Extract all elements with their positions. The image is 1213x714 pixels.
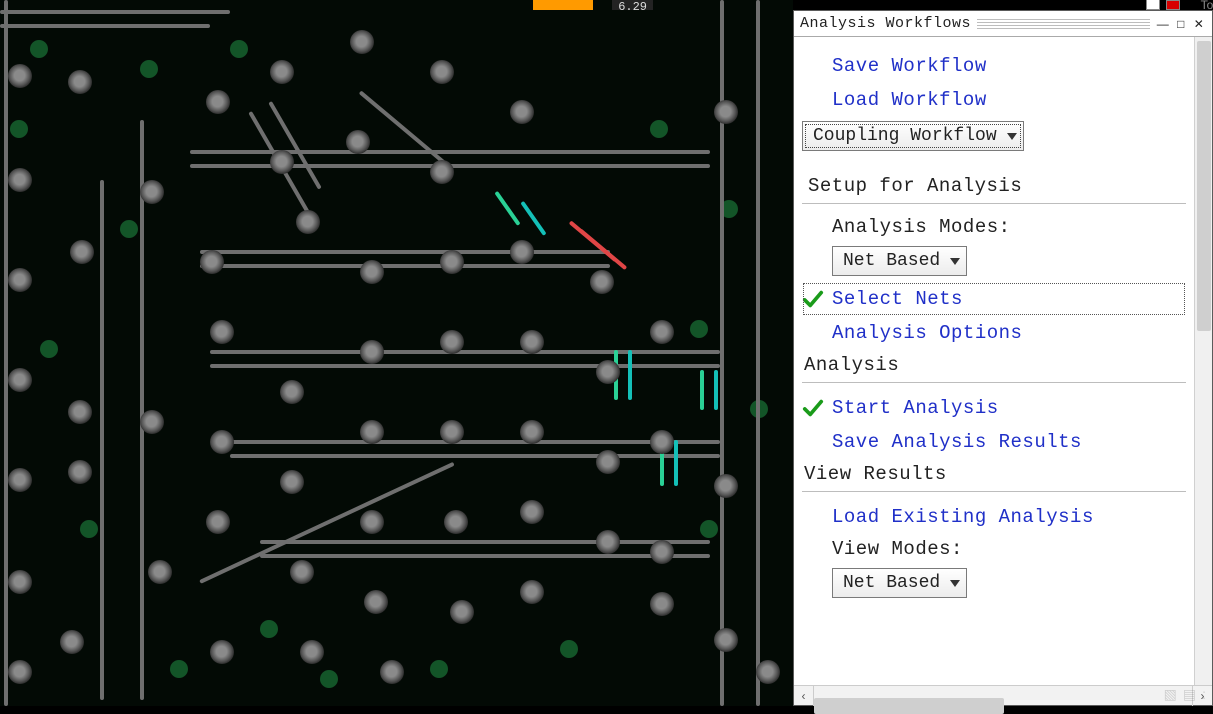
check-icon: [802, 397, 824, 419]
analysis-options-link[interactable]: Analysis Options: [802, 316, 1186, 350]
vertical-scroll-thumb[interactable]: [1197, 41, 1211, 331]
chevron-down-icon: [950, 580, 960, 587]
analysis-workflows-panel: Analysis Workflows — □ ✕ Save Workflow L…: [793, 10, 1213, 706]
workflow-dropdown[interactable]: Coupling Workflow: [802, 121, 1024, 151]
start-analysis-link[interactable]: Start Analysis: [802, 391, 1186, 425]
close-button[interactable]: ✕: [1192, 17, 1206, 31]
scroll-left-button[interactable]: ‹: [794, 686, 814, 706]
analysis-modes-label: Analysis Modes:: [802, 212, 1186, 242]
layer-swatch-outline[interactable]: [1146, 0, 1160, 10]
pcb-canvas[interactable]: 6.29: [0, 0, 793, 706]
coord-readout: 6.29: [612, 0, 653, 10]
select-nets-link[interactable]: Select Nets: [802, 282, 1186, 316]
section-setup-heading: Setup for Analysis: [802, 171, 1186, 199]
maximize-button[interactable]: □: [1174, 17, 1188, 31]
vertical-scrollbar[interactable]: [1194, 37, 1212, 685]
section-analysis-heading: Analysis: [802, 350, 1186, 378]
load-existing-link[interactable]: Load Existing Analysis: [802, 500, 1186, 534]
view-mode-dropdown[interactable]: Net Based: [832, 568, 967, 598]
ghost-icon: :: [1202, 686, 1206, 703]
save-results-link[interactable]: Save Analysis Results: [802, 425, 1186, 459]
layer-swatch-red[interactable]: [1166, 0, 1180, 10]
analysis-mode-dropdown[interactable]: Net Based: [832, 246, 967, 276]
ghost-icon: ▧: [1164, 686, 1177, 703]
horizontal-scrollbar[interactable]: ‹ ›: [794, 685, 1212, 705]
toolbar-highlight: [533, 0, 593, 10]
view-mode-value: Net Based: [843, 573, 940, 593]
select-nets-label: Select Nets: [832, 288, 963, 310]
titlebar-grip[interactable]: [977, 19, 1150, 29]
save-workflow-link[interactable]: Save Workflow: [802, 49, 1186, 83]
ghost-icon: ▤: [1183, 686, 1196, 703]
chevron-down-icon: [950, 258, 960, 265]
panel-titlebar[interactable]: Analysis Workflows — □ ✕: [794, 11, 1212, 37]
start-analysis-label: Start Analysis: [832, 397, 999, 419]
panel-title: Analysis Workflows: [800, 15, 971, 32]
divider: [802, 382, 1186, 383]
divider: [802, 491, 1186, 492]
load-workflow-link[interactable]: Load Workflow: [802, 83, 1186, 117]
section-view-results-heading: View Results: [802, 459, 1186, 487]
check-icon: [802, 288, 824, 310]
workflow-dropdown-value: Coupling Workflow: [813, 126, 997, 146]
panel-content: Save Workflow Load Workflow Coupling Wor…: [794, 37, 1194, 685]
chevron-down-icon: [1007, 133, 1017, 140]
divider: [802, 203, 1186, 204]
analysis-mode-value: Net Based: [843, 251, 940, 271]
view-modes-label: View Modes:: [802, 534, 1186, 564]
minimize-button[interactable]: —: [1156, 17, 1170, 31]
status-ghost-icons: ▧ ▤ :: [1164, 686, 1206, 703]
